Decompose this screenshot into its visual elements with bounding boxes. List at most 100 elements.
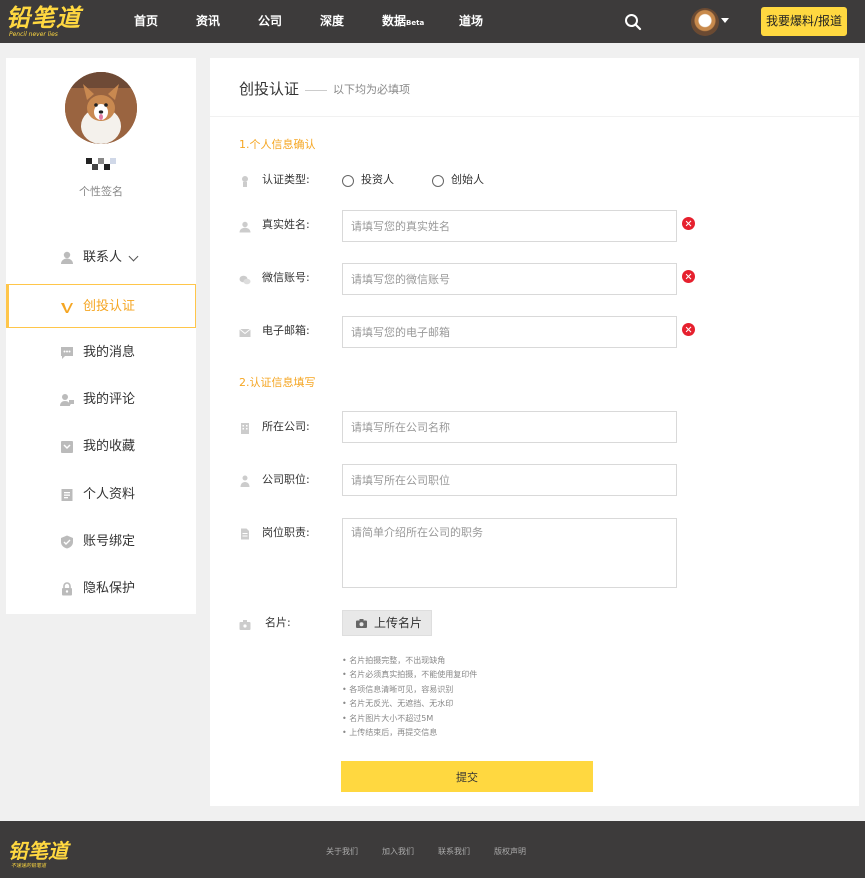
search-icon[interactable] [624,13,642,31]
lock-icon [62,582,72,596]
nav-dojo[interactable]: 道场 [459,12,483,30]
badge-icon [242,176,248,187]
personal-signature[interactable]: 个性签名 [6,183,196,199]
sidebar-item-label: 我的评论 [83,392,136,407]
footer-link-join[interactable]: 加入我们 [382,847,414,857]
username-pixel-icon [86,158,116,170]
sidebar-item-contacts[interactable]: 联系人 [6,236,196,280]
footer-link-copyright[interactable]: 版权声明 [494,847,526,857]
cert-type-label: 认证类型: [262,173,310,186]
chevron-down-icon[interactable] [721,18,729,23]
page-title: 创投认证 [239,80,300,98]
tip-item: • 名片拍摄完整，不出现缺角 [342,656,446,665]
nav-depth[interactable]: 深度 [320,12,344,30]
sidebar-item-label: 我的收藏 [83,439,136,454]
user-icon [61,251,73,264]
wechat-icon [239,275,251,285]
nav-home[interactable]: 首页 [134,12,158,30]
card-label: 名片: [265,616,291,629]
camera-icon [356,619,367,628]
sidebar-item-comments[interactable]: 我的评论 [6,378,196,422]
section-cert-info: 2.认证信息填写 [239,376,316,389]
user-icon [239,221,251,233]
v-icon [61,303,73,313]
collection-icon [61,441,73,453]
real-name-label: 真实姓名: [262,218,310,231]
radio-founder[interactable] [432,175,444,187]
upload-card-button[interactable]: 上传名片 [342,610,432,636]
profile-avatar[interactable] [65,72,137,144]
upload-card-label: 上传名片 [374,616,423,630]
sidebar-item-profile[interactable]: 个人资料 [6,473,196,517]
radio-investor[interactable] [342,175,354,187]
user-avatar[interactable] [691,8,719,36]
radio-investor-label[interactable]: 投资人 [361,173,394,187]
radio-founder-label[interactable]: 创始人 [451,173,484,187]
tip-item: • 各项信息清晰可见，容易识别 [342,684,454,694]
beta-badge: Beta [406,19,425,27]
duty-textarea[interactable] [342,518,677,588]
tip-item: • 上传结束后，再提交信息 [342,728,438,738]
logo-tagline: Pencil never lies [9,31,58,38]
footer-tagline: 不速速的铅笔道 [11,863,47,869]
sidebar-item-vc-certification[interactable]: 创投认证 [6,284,196,328]
sidebar-item-label: 我的消息 [83,345,136,360]
tip-item: • 名片无反光、无遮挡、无水印 [342,699,454,709]
position-label: 公司职位: [262,473,310,486]
dog-photo-icon [65,72,137,144]
profile-icon [61,489,73,501]
top-navigation-bar: 铅笔道 Pencil never lies 首页 资讯 公司 深度 数据Beta… [0,0,865,43]
message-icon [61,347,73,359]
footer-link-contact[interactable]: 联系我们 [438,847,470,857]
header-divider [210,116,859,117]
error-icon [682,323,695,336]
email-label: 电子邮箱: [262,324,310,337]
email-input[interactable] [342,316,677,348]
page-subtitle: 以下均为必填项 [333,83,410,96]
company-input[interactable] [342,411,677,443]
footer-link-about[interactable]: 关于我们 [326,847,358,857]
title-divider [305,90,327,91]
sidebar-item-label: 账号绑定 [83,534,136,549]
sidebar: 个性签名 联系人 创投认证 我的消息 我的评论 我的收藏 个人资料 账号绑定 隐… [6,58,196,614]
sidebar-item-label: 创投认证 [83,299,136,314]
footer: 铅笔道 不速速的铅笔道 关于我们 加入我们 联系我们 版权声明 [0,821,865,878]
wechat-input[interactable] [342,263,677,295]
logo-text: 铅笔道 [6,4,81,32]
position-input[interactable] [342,464,677,496]
sidebar-item-label: 联系人 [83,250,123,265]
nav-data[interactable]: 数据Beta [382,12,424,32]
comment-user-icon [60,394,74,406]
section-personal-info: 1.个人信息确认 [239,138,316,151]
report-button[interactable]: 我要爆料/报道 [761,7,847,36]
job-icon [240,475,250,487]
nav-data-label: 数据 [382,14,407,28]
site-logo[interactable]: 铅笔道 Pencil never lies [6,4,86,38]
chevron-down-icon [128,251,139,262]
sidebar-item-privacy[interactable]: 隐私保护 [6,567,196,611]
building-icon [241,423,249,434]
footer-logo[interactable]: 铅笔道 [8,839,68,863]
shield-icon [61,535,73,549]
sidebar-item-label: 个人资料 [83,487,136,502]
company-label: 所在公司: [262,420,310,433]
upload-tips: • 名片拍摄完整，不出现缺角 • 名片必须真实拍摄，不能使用复印件 • 各项信息… [342,654,477,740]
real-name-input[interactable] [342,210,677,242]
error-icon [682,217,695,230]
card-icon [239,620,251,630]
certification-form-card: 创投认证 以下均为必填项 1.个人信息确认 认证类型: 投资人 创始人 真实姓名… [210,58,859,806]
document-icon [241,528,249,540]
error-icon [682,270,695,283]
nav-company[interactable]: 公司 [258,12,282,30]
tip-item: • 名片图片大小不超过5M [342,713,434,723]
sidebar-item-label: 隐私保护 [83,581,136,596]
wechat-label: 微信账号: [262,271,310,284]
duty-label: 岗位职责: [262,526,310,539]
sidebar-item-account-binding[interactable]: 账号绑定 [6,520,196,564]
submit-button[interactable]: 提交 [341,761,593,792]
tip-item: • 名片必须真实拍摄，不能使用复印件 [342,670,478,680]
sidebar-item-collections[interactable]: 我的收藏 [6,425,196,469]
nav-news[interactable]: 资讯 [196,12,220,30]
sidebar-item-messages[interactable]: 我的消息 [6,331,196,375]
mail-icon [239,328,251,337]
